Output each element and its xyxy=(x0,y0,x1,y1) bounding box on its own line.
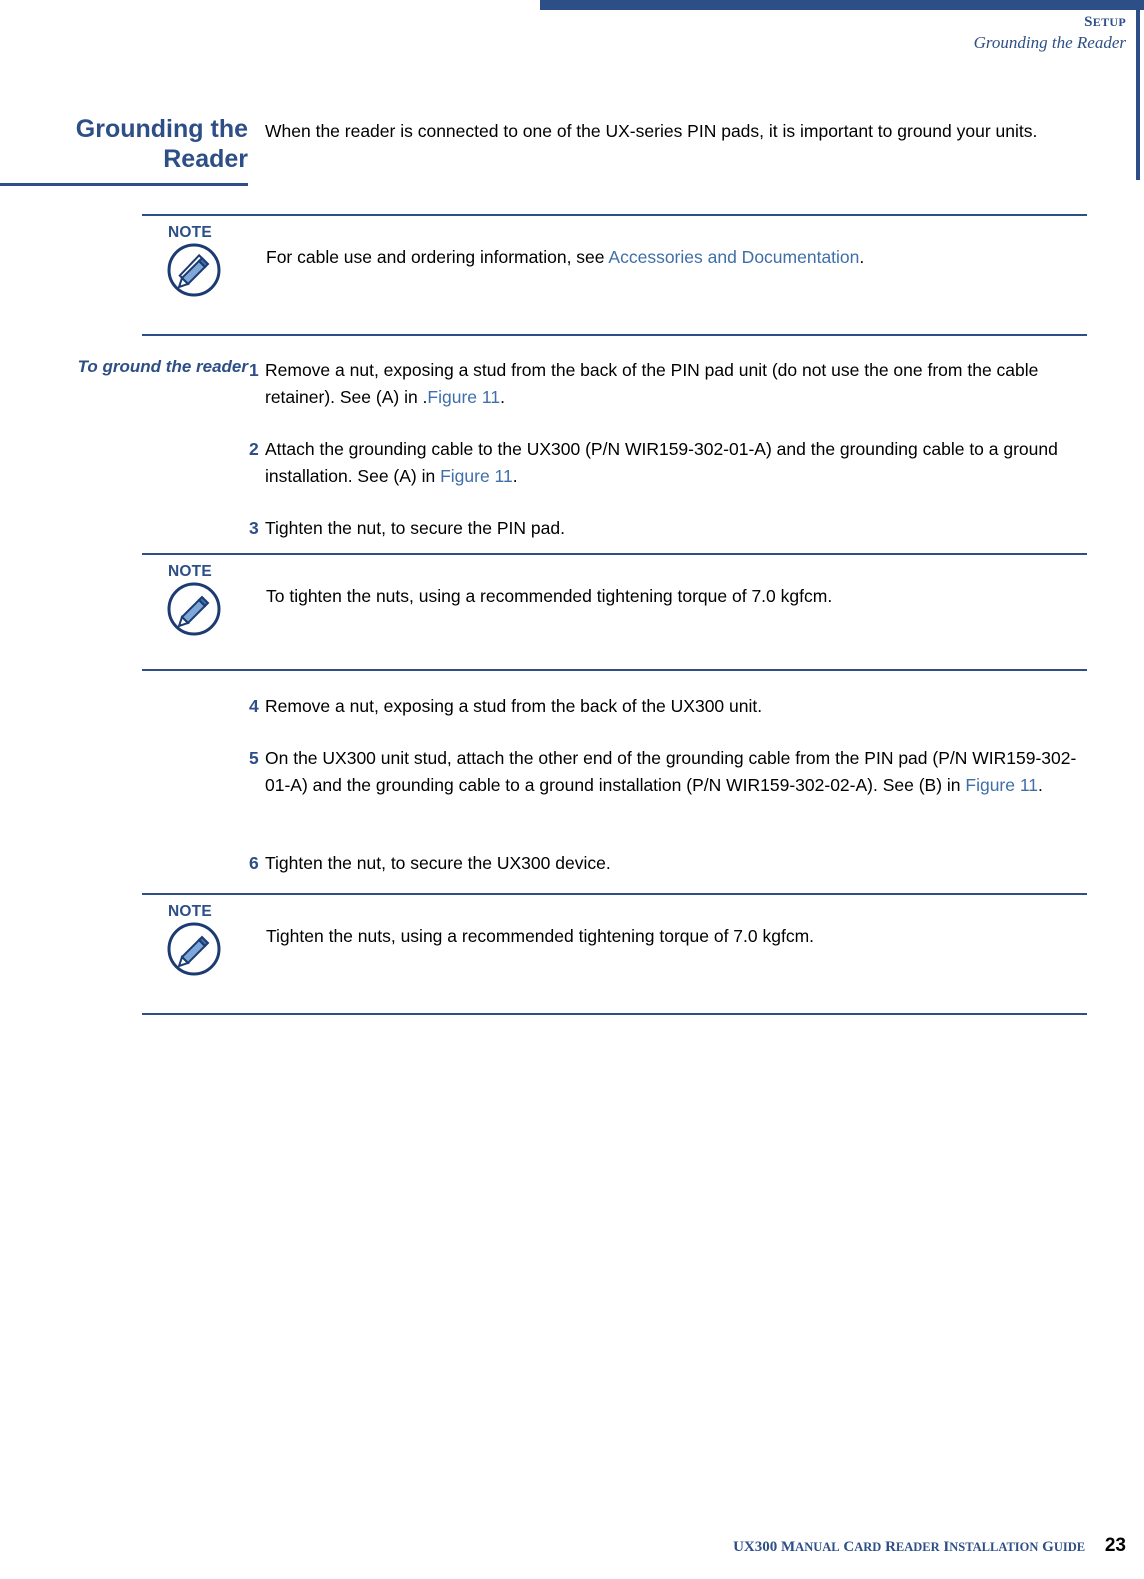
step-text: Tighten the nut, to secure the UX300 dev… xyxy=(265,850,1085,877)
note-link[interactable]: Accessories and Documentation xyxy=(608,247,859,267)
intro-paragraph: When the reader is connected to one of t… xyxy=(265,121,1038,141)
page-number: 23 xyxy=(1104,1535,1126,1556)
footer-seg-eader: EADER xyxy=(895,1540,940,1554)
header-right-rule xyxy=(1136,0,1140,180)
step-text-before: Tighten the nut, to secure the UX300 dev… xyxy=(265,853,611,873)
footer-seg-r: R xyxy=(881,1539,896,1555)
page-title-rule xyxy=(0,183,248,186)
note-text-before: For cable use and ordering information, … xyxy=(266,247,609,267)
note-text: To tighten the nuts, using a recommended… xyxy=(266,583,1066,609)
footer-seg-uide: UIDE xyxy=(1053,1540,1086,1554)
step-link[interactable]: Figure 11 xyxy=(427,387,500,407)
page-title-line1: Grounding the xyxy=(75,115,248,143)
footer-title: UX300 MANUAL CARD READER INSTALLATION GU… xyxy=(733,1539,1085,1555)
footer-seg-anual: ANUAL xyxy=(795,1540,840,1554)
page-footer: UX300 MANUAL CARD READER INSTALLATION GU… xyxy=(733,1535,1126,1557)
step-text-before: Attach the grounding cable to the UX300 … xyxy=(265,439,1058,486)
note-box-3: NOTE Tighten the nuts, using a recommend… xyxy=(142,893,1087,1015)
pencil-note-icon xyxy=(166,581,222,637)
step-number: 4 xyxy=(249,696,259,716)
footer-seg-nstallation: NSTALLATION xyxy=(949,1540,1039,1554)
footer-seg-g: G xyxy=(1038,1539,1054,1555)
step-text-after: . xyxy=(500,386,505,407)
step-number: 6 xyxy=(249,853,259,873)
footer-seg-i: I xyxy=(939,1539,950,1555)
step-text: On the UX300 unit stud, attach the other… xyxy=(265,745,1085,798)
note-box-2: NOTE To tighten the nuts, using a recomm… xyxy=(142,553,1087,671)
step-text-before: Remove a nut, exposing a stud from the b… xyxy=(265,696,763,716)
step-number: 5 xyxy=(249,748,259,768)
step-text-after: . xyxy=(1038,774,1043,795)
step-text: Tighten the nut, to secure the PIN pad. xyxy=(265,515,1085,542)
note-text: Tighten the nuts, using a recommended ti… xyxy=(266,923,1066,949)
pencil-note-icon xyxy=(166,921,222,977)
list-item-step-1: 1 Remove a nut, exposing a stud from the… xyxy=(249,357,1085,410)
step-number: 2 xyxy=(249,439,259,459)
step-text: Attach the grounding cable to the UX300 … xyxy=(265,436,1085,489)
header-subtitle: Grounding the Reader xyxy=(973,33,1126,52)
footer-seg-ux: UX300 M xyxy=(733,1539,796,1555)
header-chapter-label: SETUP xyxy=(974,14,1126,31)
step-text-after: . xyxy=(512,465,518,486)
header-chapter-rest: ETUP xyxy=(1092,15,1126,29)
list-item-step-4: 4 Remove a nut, exposing a stud from the… xyxy=(249,693,1085,720)
step-link[interactable]: Figure 11 xyxy=(440,466,513,486)
header-accent-bar xyxy=(540,0,1144,10)
header-chapter-initial: S xyxy=(1084,14,1093,30)
step-text: Remove a nut, exposing a stud from the b… xyxy=(265,693,1085,720)
note-text-after: . xyxy=(859,247,865,267)
footer-seg-ard: ARD xyxy=(854,1540,882,1554)
page-title-line2: Reader xyxy=(163,145,248,173)
page-title: Grounding the Reader xyxy=(0,114,248,174)
page-header: SETUP Grounding the Reader xyxy=(974,14,1126,53)
note-bottom-rule xyxy=(142,669,1087,671)
note-label: NOTE xyxy=(168,224,212,241)
step-text-before: Tighten the nut, to secure the PIN pad. xyxy=(265,518,565,538)
pencil-note-icon xyxy=(166,242,222,298)
note-box-1: NOTE For cable use and ordering informat… xyxy=(142,214,1087,336)
list-item-step-3: 3 Tighten the nut, to secure the PIN pad… xyxy=(249,515,1085,542)
note-label: NOTE xyxy=(168,563,212,580)
note-bottom-rule xyxy=(142,1013,1087,1015)
step-number: 1 xyxy=(249,360,259,380)
step-link[interactable]: Figure 11 xyxy=(965,775,1038,795)
footer-seg-c: C xyxy=(839,1539,855,1555)
step-number: 3 xyxy=(249,518,259,538)
note-text-before: Tighten the nuts, using a recommended ti… xyxy=(266,926,815,946)
note-bottom-rule xyxy=(142,334,1087,336)
step-text-before: On the UX300 unit stud, attach the other… xyxy=(265,748,1077,795)
list-item-step-2: 2 Attach the grounding cable to the UX30… xyxy=(249,436,1085,489)
step-text: Remove a nut, exposing a stud from the b… xyxy=(265,360,1039,407)
note-label: NOTE xyxy=(168,903,212,920)
note-text-before: To tighten the nuts, using a recommended… xyxy=(266,586,833,606)
list-item-step-5: 5 On the UX300 unit stud, attach the oth… xyxy=(249,745,1085,798)
list-item-step-6: 6 Tighten the nut, to secure the UX300 d… xyxy=(249,850,1085,877)
note-text: For cable use and ordering information, … xyxy=(266,244,1066,270)
procedure-label: To ground the reader xyxy=(77,357,248,376)
